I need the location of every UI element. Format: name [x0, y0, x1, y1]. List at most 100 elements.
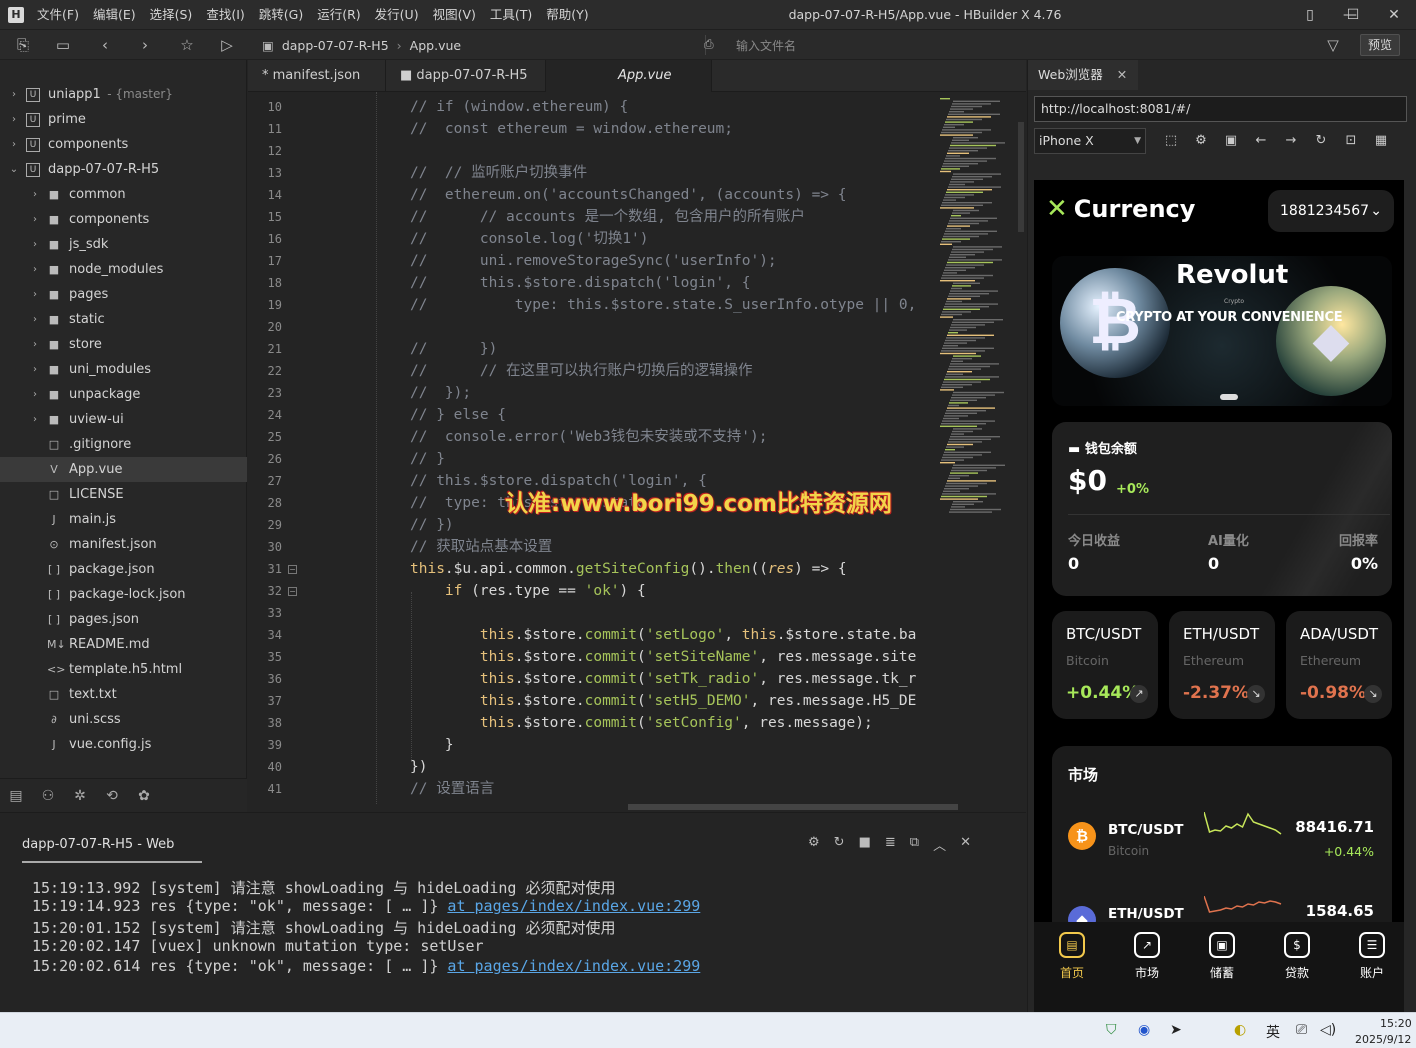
close-tab-icon[interactable]: ✕	[1117, 67, 1127, 82]
tree-item[interactable]: Jvue.config.js	[0, 732, 247, 757]
tree-item[interactable]: › ■ js_sdk	[0, 232, 247, 257]
menu-item[interactable]: 发行(U)	[368, 0, 426, 30]
tree-item[interactable]: › ■ uview-ui	[0, 407, 247, 432]
chevron-right-icon[interactable]: ›	[29, 257, 41, 282]
breadcrumb-project[interactable]: dapp-07-07-R-H5	[282, 38, 389, 53]
chevron-right-icon[interactable]: ›	[29, 307, 41, 332]
nav-item[interactable]: $ 贷款	[1267, 932, 1327, 981]
ime-language[interactable]: 英	[1266, 1022, 1280, 1042]
console-icon[interactable]: ▣	[1220, 130, 1242, 152]
menu-item[interactable]: 选择(S)	[143, 0, 200, 30]
menu-item[interactable]: 工具(T)	[483, 0, 539, 30]
ticker-card[interactable]: ETH/USDT Ethereum -2.37% ↘	[1169, 611, 1275, 719]
lock-icon[interactable]: ⊡	[1340, 130, 1362, 152]
device-select[interactable]: iPhone X ▼	[1034, 128, 1146, 154]
run-icon[interactable]: ▷	[214, 30, 240, 60]
menu-item[interactable]: 跳转(G)	[252, 0, 310, 30]
star-icon[interactable]: ☆	[174, 30, 200, 60]
tab-manifest[interactable]: * manifest.json	[248, 60, 386, 92]
back-arrow-icon[interactable]: ←	[1250, 130, 1272, 152]
restart-icon[interactable]: ↻	[834, 835, 845, 854]
preview-button[interactable]: 预览	[1360, 34, 1400, 56]
menu-item[interactable]: 运行(R)	[310, 0, 367, 30]
log-source-link[interactable]: at pages/index/index.vue:299	[447, 957, 700, 975]
promo-banner[interactable]: ₿ ◆ Revolut Crypto CRYPTO AT YOUR CONVEN…	[1052, 256, 1392, 406]
pin-icon[interactable]: ▯	[1290, 0, 1330, 30]
tree-item[interactable]: ∂ uni.scss	[0, 707, 247, 732]
menu-item[interactable]: 文件(F)	[30, 0, 86, 30]
chevron-right-icon[interactable]: ›	[8, 82, 20, 107]
vertical-scrollbar[interactable]	[1018, 122, 1024, 232]
forward-arrow-icon[interactable]: →	[1280, 130, 1302, 152]
chevron-right-icon[interactable]: ›	[29, 357, 41, 382]
tree-item[interactable]: [ ] pages.json	[0, 607, 247, 632]
tree-item[interactable]: ⌄ Udapp-07-07-R-H5	[0, 157, 247, 182]
chevron-right-icon[interactable]: ›	[29, 282, 41, 307]
stop-icon[interactable]: ■	[859, 835, 871, 854]
tree-item[interactable]: › ■ unpackage	[0, 382, 247, 407]
tree-item[interactable]: V App.vue	[0, 457, 247, 482]
save-icon[interactable]: ▭	[50, 30, 76, 60]
breadcrumb-file[interactable]: App.vue	[410, 38, 461, 53]
fold-toggle-icon[interactable]: −	[288, 587, 297, 596]
code-editor[interactable]: 10 // if (window.ethereum) {11 // const et…	[248, 92, 1026, 812]
chevron-right-icon[interactable]: ›	[29, 182, 41, 207]
chevron-right-icon[interactable]: ›	[8, 132, 20, 157]
tree-item[interactable]: M↓ README.md	[0, 632, 247, 657]
tree-item[interactable]: Jmain.js	[0, 507, 247, 532]
tree-item[interactable]: › Uprime	[0, 107, 247, 132]
tree-item[interactable]: › ■ uni_modules	[0, 357, 247, 382]
tree-item[interactable]: › ■ store	[0, 332, 247, 357]
clear-icon[interactable]: ≣	[885, 835, 896, 854]
tree-item[interactable]: › ■ pages	[0, 282, 247, 307]
chevron-right-icon[interactable]: ›	[29, 232, 41, 257]
tree-item[interactable]: › ■ static	[0, 307, 247, 332]
menu-item[interactable]: 编辑(E)	[86, 0, 143, 30]
tree-item[interactable]: <> template.h5.html	[0, 657, 247, 682]
url-input[interactable]: http://localhost:8081/#/	[1034, 96, 1407, 122]
back-icon[interactable]: ‹	[92, 30, 118, 60]
nav-item[interactable]: ☰ 账户	[1342, 932, 1402, 981]
chevron-right-icon[interactable]: ›	[29, 332, 41, 357]
ticker-card[interactable]: BTC/USDT Bitcoin +0.44% ↗	[1052, 611, 1158, 719]
new-file-icon[interactable]: ⎘	[10, 30, 36, 60]
banner-indicator[interactable]	[1220, 394, 1238, 400]
collapse-icon[interactable]: ︿	[933, 835, 946, 854]
clock-date[interactable]: 2025/9/12	[1355, 1033, 1411, 1046]
tree-item[interactable]: [ ] package-lock.json	[0, 582, 247, 607]
close-panel-icon[interactable]: ✕	[960, 835, 971, 854]
tab-project[interactable]: ■ dapp-07-07-R-H5	[386, 60, 546, 92]
chevron-right-icon[interactable]: ›	[8, 107, 20, 132]
tab-app-vue[interactable]: App.vue	[546, 60, 712, 92]
minimap[interactable]	[934, 92, 1018, 804]
ime-icon[interactable]: ◐	[1234, 1022, 1246, 1038]
console-title[interactable]: dapp-07-07-R-H5 - Web	[22, 837, 174, 852]
telegram-icon[interactable]: ➤	[1170, 1022, 1182, 1038]
open-external-icon[interactable]: ⧉	[910, 835, 919, 854]
fold-toggle-icon[interactable]: −	[288, 565, 297, 574]
browser-tab[interactable]: Web浏览器 ✕	[1028, 60, 1138, 90]
network-icon[interactable]: ⎚	[1296, 1022, 1307, 1038]
tree-item[interactable]: ⊙ manifest.json	[0, 532, 247, 557]
app-tray-icon[interactable]: ◉	[1138, 1022, 1150, 1038]
chevron-right-icon[interactable]: ›	[29, 207, 41, 232]
horizontal-scrollbar[interactable]	[628, 804, 958, 810]
nav-item[interactable]: ▣ 储蓄	[1192, 932, 1252, 981]
tree-item[interactable]: › Ucomponents	[0, 132, 247, 157]
account-selector[interactable]: 1881234567 ⌄	[1268, 190, 1394, 232]
tree-item[interactable]: › ■ components	[0, 207, 247, 232]
volume-icon[interactable]: ◁)	[1320, 1022, 1336, 1038]
tree-item[interactable]: › Uuniapp1 - {master}	[0, 82, 247, 107]
forward-icon[interactable]: ›	[132, 30, 158, 60]
tree-item[interactable]: › ■ node_modules	[0, 257, 247, 282]
bug-icon[interactable]: ✲	[70, 786, 90, 806]
refresh-icon[interactable]: ↻	[1310, 130, 1332, 152]
tree-item[interactable]: › ■ common	[0, 182, 247, 207]
filter-icon[interactable]: ▽	[1320, 30, 1346, 60]
plugin-icon[interactable]: ✿	[134, 786, 154, 806]
rotate-icon[interactable]: ⬚	[1160, 130, 1182, 152]
chevron-down-icon[interactable]: ⌄	[8, 157, 20, 182]
git-icon[interactable]: ⟲	[102, 786, 122, 806]
chevron-right-icon[interactable]: ›	[29, 407, 41, 432]
file-search-input[interactable]: ⎙ 输入文件名	[704, 35, 1295, 55]
